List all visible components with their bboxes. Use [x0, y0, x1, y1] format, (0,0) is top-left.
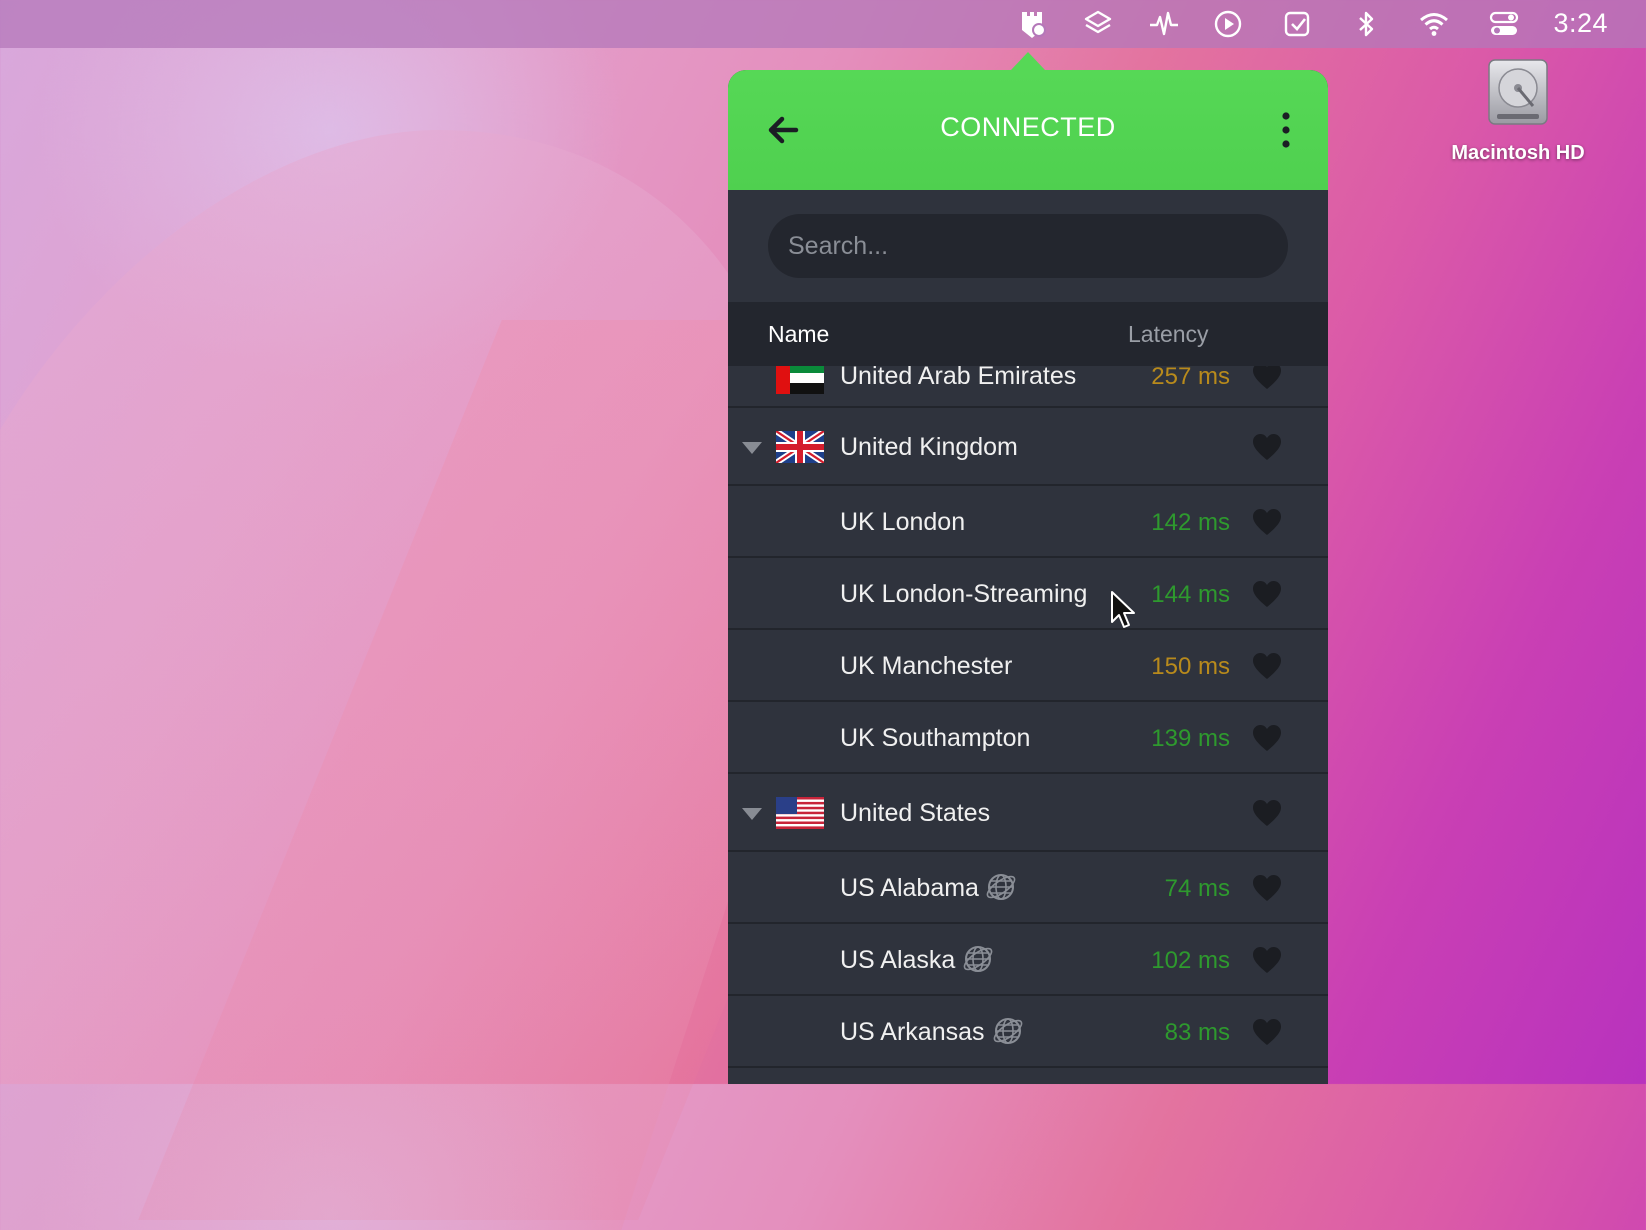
server-name: UK Manchester	[840, 652, 1013, 680]
macintosh-hd-label: Macintosh HD	[1451, 142, 1585, 164]
mouse-cursor-icon	[1110, 590, 1136, 630]
server-row-uk-london-streaming[interactable]: UK London-Streaming 144 ms	[728, 558, 1328, 630]
menu-bar-clock[interactable]: 3:24	[1553, 8, 1608, 39]
server-name: US Alaska	[840, 946, 956, 974]
control-center-icon[interactable]	[1488, 8, 1520, 40]
more-options-button[interactable]	[1274, 108, 1298, 152]
server-list-header: Name Latency	[728, 302, 1328, 366]
latency-value: 257 ms	[1151, 366, 1230, 390]
country-name: United Arab Emirates	[840, 366, 1077, 390]
connection-status-header: CONNECTED	[728, 70, 1328, 190]
bluetooth-icon[interactable]	[1350, 8, 1382, 40]
layers-icon[interactable]	[1082, 8, 1114, 40]
connection-status-title: CONNECTED	[940, 112, 1116, 142]
macintosh-hd-desktop-icon[interactable]: Macintosh HD	[1438, 56, 1598, 165]
country-name: United Kingdom	[840, 433, 1018, 461]
server-row-us-arkansas[interactable]: US Arkansas 83 ms	[728, 996, 1328, 1068]
virtual-location-globe-icon	[961, 942, 995, 976]
hard-drive-icon	[1488, 59, 1548, 125]
server-name: UK London	[840, 508, 966, 536]
latency-column-header[interactable]: Latency	[1128, 321, 1209, 348]
menu-bar: 3:24	[0, 0, 1646, 48]
server-row-us-alaska[interactable]: US Alaska 102 ms	[728, 924, 1328, 996]
favorite-heart-icon[interactable]	[1252, 1018, 1282, 1046]
activity-icon[interactable]	[1148, 8, 1180, 40]
virtual-location-globe-icon	[991, 1014, 1025, 1048]
latency-value: 150 ms	[1151, 653, 1230, 680]
play-icon[interactable]	[1212, 8, 1244, 40]
expand-caret-icon[interactable]	[742, 808, 762, 820]
expand-caret-icon[interactable]	[742, 442, 762, 454]
favorite-heart-icon[interactable]	[1252, 433, 1282, 461]
us-flag	[776, 797, 824, 829]
favorite-heart-icon[interactable]	[1252, 946, 1282, 974]
name-column-header[interactable]: Name	[768, 321, 829, 348]
more-vertical-icon	[1282, 112, 1290, 148]
server-row-uk-manchester[interactable]: UK Manchester 150 ms	[728, 630, 1328, 702]
server-name: US Alabama	[840, 874, 979, 902]
latency-value: 83 ms	[1164, 1019, 1230, 1046]
latency-value: 139 ms	[1151, 725, 1230, 752]
favorite-heart-icon[interactable]	[1252, 580, 1282, 608]
server-search-input[interactable]	[768, 214, 1288, 278]
country-name: United States	[840, 799, 991, 827]
uae-flag	[776, 366, 824, 394]
favorite-heart-icon[interactable]	[1252, 874, 1282, 902]
server-row-uk-london[interactable]: UK London 142 ms	[728, 486, 1328, 558]
latency-value: 102 ms	[1151, 947, 1230, 974]
country-row-united-kingdom[interactable]: United Kingdom	[728, 408, 1328, 486]
favorite-heart-icon[interactable]	[1252, 366, 1282, 390]
server-list: United Arab Emirates 257 ms United Kingd…	[728, 366, 1328, 1084]
favorite-heart-icon[interactable]	[1252, 799, 1282, 827]
vpn-app-icon[interactable]	[1016, 8, 1048, 40]
country-row-united-states[interactable]: United States	[728, 774, 1328, 852]
latency-value: 74 ms	[1164, 875, 1230, 902]
popover-pointer	[1011, 52, 1045, 70]
uk-flag	[776, 431, 824, 463]
virtual-location-globe-icon	[984, 870, 1018, 904]
server-row-us-alabama[interactable]: US Alabama 74 ms	[728, 852, 1328, 924]
search-area	[728, 190, 1328, 302]
favorite-heart-icon[interactable]	[1252, 724, 1282, 752]
server-row-uk-southampton[interactable]: UK Southampton 139 ms	[728, 702, 1328, 774]
checkbox-icon[interactable]	[1282, 8, 1314, 40]
country-row-united-arab-emirates[interactable]: United Arab Emirates 257 ms	[728, 366, 1328, 408]
server-name: UK London-Streaming	[840, 580, 1088, 608]
vpn-server-panel: CONNECTED Name Latency United Arab Emira…	[728, 70, 1328, 1084]
favorite-heart-icon[interactable]	[1252, 652, 1282, 680]
server-name: UK Southampton	[840, 724, 1031, 752]
server-name: US Arkansas	[840, 1018, 985, 1046]
latency-value: 142 ms	[1151, 509, 1230, 536]
favorite-heart-icon[interactable]	[1252, 508, 1282, 536]
latency-value: 144 ms	[1151, 581, 1230, 608]
wifi-icon[interactable]	[1418, 8, 1450, 40]
